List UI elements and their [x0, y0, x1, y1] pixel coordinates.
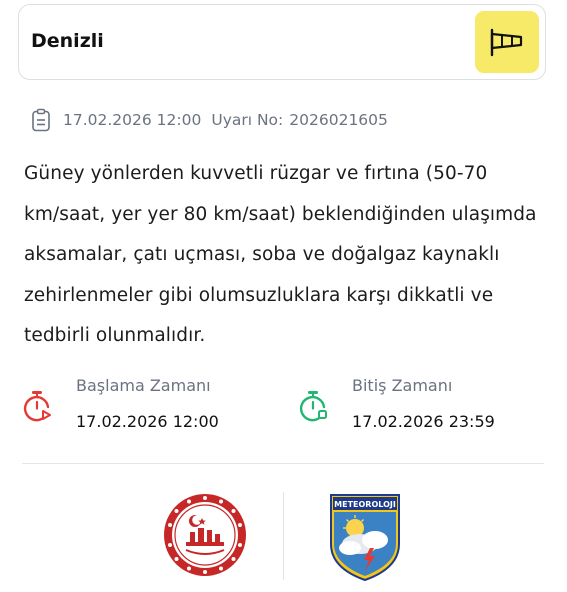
section-divider	[22, 463, 544, 464]
end-time-label: Bitiş Zamanı	[352, 376, 453, 395]
timer-stop-icon	[299, 391, 327, 422]
start-time-label: Başlama Zamanı	[76, 376, 211, 395]
warning-number: 2026021605	[289, 111, 388, 129]
city-name: Denizli	[31, 30, 104, 52]
ministry-emblem-logo	[164, 494, 246, 576]
warning-number-label: Uyarı No:	[211, 111, 284, 129]
meteoroloji-logo-text: METEOROLOJI	[334, 500, 396, 509]
meteoroloji-logo: METEOROLOJI	[330, 494, 400, 582]
timer-start-icon	[23, 391, 51, 422]
windsock-button[interactable]	[475, 11, 539, 73]
windsock-icon	[490, 28, 523, 57]
location-card: Denizli	[18, 4, 546, 80]
start-time-value: 17.02.2026 12:00	[76, 412, 219, 431]
logo-divider	[283, 492, 284, 580]
warning-meta: 17.02.2026 12:00 Uyarı No: 2026021605	[31, 108, 388, 132]
warning-description: Güney yönlerden kuvvetli rüzgar ve fırtı…	[24, 163, 537, 346]
clipboard-icon	[32, 108, 50, 132]
warning-datetime: 17.02.2026 12:00	[63, 111, 202, 129]
end-time-value: 17.02.2026 23:59	[352, 412, 495, 431]
